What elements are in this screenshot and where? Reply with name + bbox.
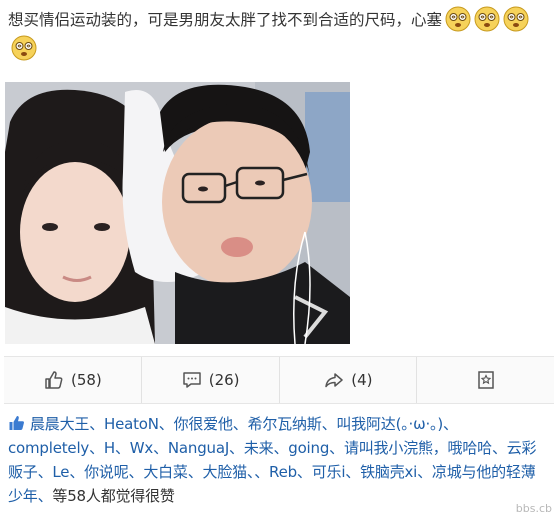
like-count: (58) xyxy=(70,371,102,389)
post-text: 想买情侣运动装的，可是男朋友太胖了找不到合适的尺码，心塞 xyxy=(8,6,548,64)
post-text-content: 想买情侣运动装的，可是男朋友太胖了找不到合适的尺码，心塞 xyxy=(8,11,443,29)
action-bar: (58) (26) (4) xyxy=(4,356,554,404)
like-button[interactable]: (58) xyxy=(4,357,142,403)
dizzy-face-emoji-icon xyxy=(474,6,500,32)
forward-button[interactable]: (4) xyxy=(280,357,418,403)
dizzy-face-emoji-icon xyxy=(11,35,37,61)
dizzy-face-emoji-icon xyxy=(503,6,529,32)
dizzy-face-emoji-icon xyxy=(445,6,471,32)
post-photo[interactable] xyxy=(5,82,350,344)
likers-summary: 等58人都觉得很赞 xyxy=(52,487,175,505)
favorite-button[interactable] xyxy=(417,357,554,403)
forward-count: (4) xyxy=(351,371,373,389)
comment-icon xyxy=(182,372,201,388)
thumbs-up-icon xyxy=(8,414,26,432)
watermark: bbs.cb xyxy=(515,502,552,515)
couple-selfie-image xyxy=(5,82,350,344)
comment-count: (26) xyxy=(208,371,240,389)
likers-list: 晨晨大王、HeatoN、你很爱他、希尔瓦纳斯、叫我阿达(。·ω·。)、compl… xyxy=(8,412,548,508)
forward-arrow-icon xyxy=(325,373,343,388)
thumbs-up-icon xyxy=(45,371,63,389)
comment-button[interactable]: (26) xyxy=(142,357,280,403)
bookmark-star-icon xyxy=(477,371,494,389)
